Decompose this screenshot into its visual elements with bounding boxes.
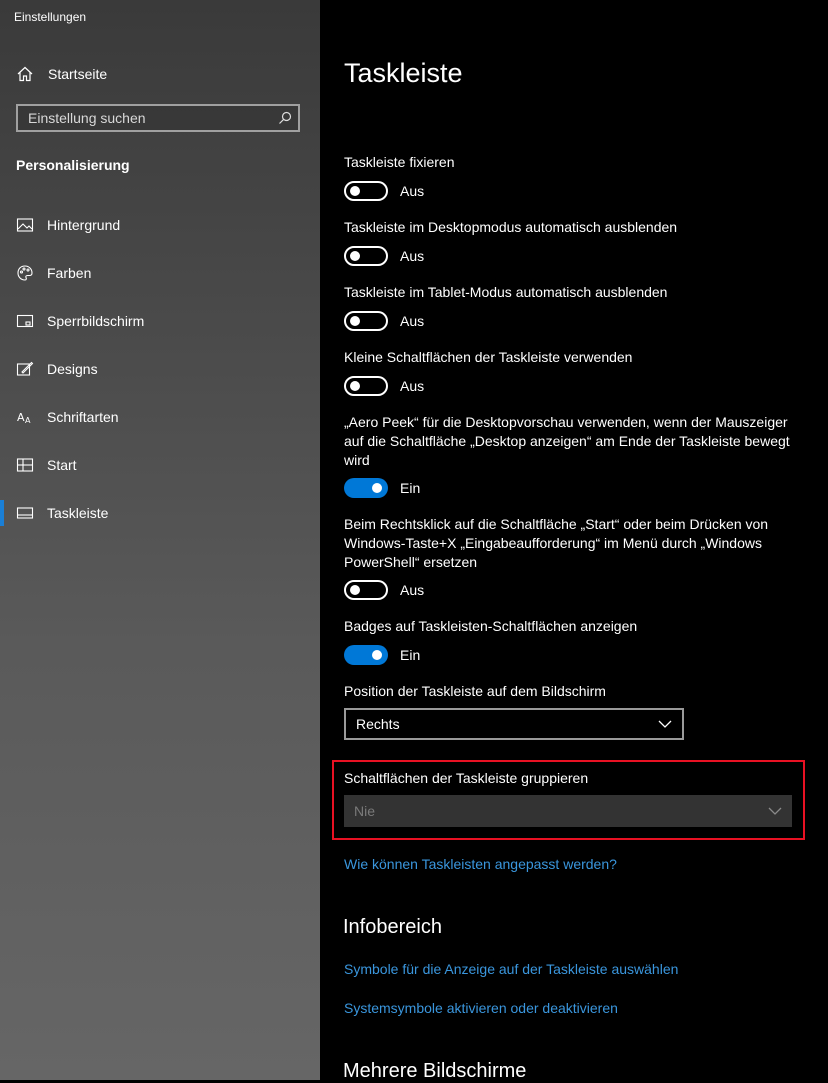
setting-label-badges: Badges auf Taskleisten-Schaltflächen anz… xyxy=(344,618,638,634)
sidebar-item-label: Hintergrund xyxy=(47,217,121,233)
sidebar-item-label: Sperrbildschirm xyxy=(47,313,145,329)
toggle-state: Aus xyxy=(400,248,425,264)
home-icon xyxy=(17,66,33,82)
setting-label-fixieren: Taskleiste fixieren xyxy=(344,154,455,170)
system-icons-link[interactable]: Systemsymbole aktivieren oder deaktivier… xyxy=(344,1000,618,1016)
position-value: Rechts xyxy=(356,716,400,732)
infobereich-heading: Infobereich xyxy=(343,916,442,938)
svg-text:A: A xyxy=(17,411,25,424)
sidebar-item-taskleiste[interactable]: Taskleiste xyxy=(0,493,320,533)
toggle-desktop-ausblenden[interactable] xyxy=(344,246,388,266)
setting-label-kleine-schaltflaechen: Kleine Schaltflächen der Taskleiste verw… xyxy=(344,349,633,365)
toggle-aero-peek[interactable] xyxy=(344,478,388,498)
search-icon[interactable] xyxy=(278,111,292,125)
sidebar-item-designs[interactable]: Designs xyxy=(0,349,320,389)
search-input[interactable] xyxy=(18,106,268,130)
grouping-dropdown[interactable]: Nie xyxy=(344,795,792,827)
toggle-knob xyxy=(350,585,360,595)
fonts-icon: A A xyxy=(17,411,31,425)
sidebar-item-start[interactable]: Start xyxy=(0,445,320,485)
toggle-fixieren[interactable] xyxy=(344,181,388,201)
home-link[interactable]: Startseite xyxy=(16,63,107,85)
taskbar-icons-link[interactable]: Symbole für die Anzeige auf der Taskleis… xyxy=(344,961,678,977)
sidebar-item-label: Farben xyxy=(47,265,92,281)
designs-icon xyxy=(16,361,34,376)
grouping-value: Nie xyxy=(354,803,376,819)
position-dropdown[interactable]: Rechts xyxy=(344,708,684,740)
picture-icon xyxy=(16,218,34,232)
setting-label-aero-peek: „Aero Peek“ für die Desktopvorschau verw… xyxy=(344,414,790,468)
setting-label-desktop-ausblenden: Taskleiste im Desktopmodus automatisch a… xyxy=(344,219,678,235)
sidebar-item-sperrbildschirm[interactable]: Sperrbildschirm xyxy=(0,301,320,341)
toggle-state: Aus xyxy=(400,313,425,329)
setting-label-tablet-ausblenden: Taskleiste im Tablet-Modus automatisch a… xyxy=(344,284,668,300)
toggle-state: Aus xyxy=(400,183,425,199)
toggle-tablet-ausblenden[interactable] xyxy=(344,311,388,331)
chevron-down-icon xyxy=(768,807,782,815)
window-title: Einstellungen xyxy=(14,10,87,24)
setting-label-powershell: Beim Rechtsklick auf die Schaltfläche „S… xyxy=(344,516,769,570)
page-title: Taskleiste xyxy=(344,58,463,88)
sidebar-item-label: Schriftarten xyxy=(47,409,119,425)
chevron-down-icon xyxy=(658,720,672,728)
sidebar-item-hintergrund[interactable]: Hintergrund xyxy=(0,205,320,245)
taskbar-icon xyxy=(16,507,34,519)
sidebar: Einstellungen Startseite Personalisierun… xyxy=(0,0,320,1080)
toggle-knob xyxy=(350,381,360,391)
toggle-state: Aus xyxy=(400,582,425,598)
sidebar-item-label: Designs xyxy=(47,361,98,377)
toggle-knob xyxy=(372,650,382,660)
palette-icon xyxy=(17,265,33,281)
sidebar-item-label: Start xyxy=(47,457,77,473)
home-label: Startseite xyxy=(48,66,108,82)
lockscreen-icon xyxy=(16,314,34,328)
toggle-knob xyxy=(350,186,360,196)
main-content: Taskleiste Taskleiste fixieren Aus Taskl… xyxy=(320,0,828,1082)
sidebar-item-schriftarten[interactable]: A A Schriftarten xyxy=(0,397,320,437)
section-title: Personalisierung xyxy=(16,157,130,173)
svg-text:A: A xyxy=(25,416,31,425)
toggle-kleine-schaltflaechen[interactable] xyxy=(344,376,388,396)
sidebar-item-farben[interactable]: Farben xyxy=(0,253,320,293)
toggle-state: Ein xyxy=(400,480,421,496)
active-indicator xyxy=(0,500,4,526)
sidebar-item-label: Taskleiste xyxy=(47,505,109,521)
toggle-knob xyxy=(350,316,360,326)
help-link[interactable]: Wie können Taskleisten angepasst werden? xyxy=(344,856,617,872)
grouping-label: Schaltflächen der Taskleiste gruppieren xyxy=(344,770,589,786)
toggle-badges[interactable] xyxy=(344,645,388,665)
position-label: Position der Taskleiste auf dem Bildschi… xyxy=(344,683,606,699)
toggle-knob xyxy=(372,483,382,493)
start-icon xyxy=(16,458,34,472)
toggle-state: Aus xyxy=(400,378,425,394)
toggle-state: Ein xyxy=(400,647,421,663)
toggle-powershell[interactable] xyxy=(344,580,388,600)
toggle-knob xyxy=(350,251,360,261)
search-box[interactable] xyxy=(16,104,300,132)
